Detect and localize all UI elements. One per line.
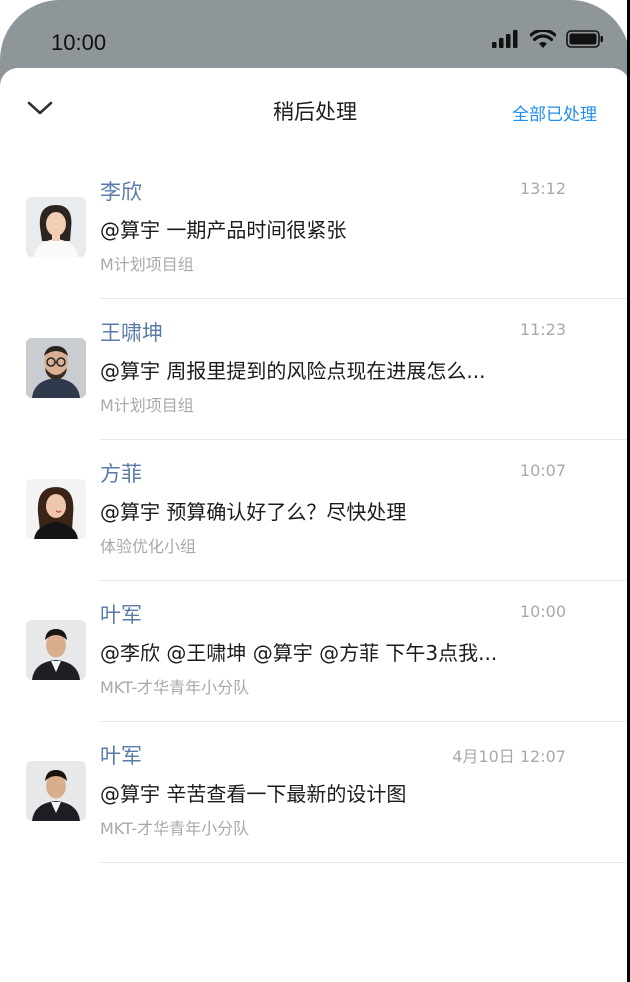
- woman-avatar-white: [26, 197, 86, 257]
- sender-name: 叶军: [100, 744, 142, 768]
- phone-screen: 10:00 稍后处理 全部已处理 李欣 13:12 @算宇 一期产品时间很紧张 …: [0, 0, 630, 982]
- woman-avatar-black: [26, 479, 86, 539]
- message-preview: @李欣 @王啸坤 @算宇 @方菲 下午3点我...: [100, 641, 498, 665]
- list-item[interactable]: 李欣 13:12 @算宇 一期产品时间很紧张 M计划项目组: [0, 158, 630, 299]
- avatar[interactable]: [26, 761, 86, 821]
- message-time: 13:12: [519, 179, 566, 198]
- avatar[interactable]: [26, 620, 86, 680]
- divider: [100, 862, 630, 863]
- later-processing-sheet: 稍后处理 全部已处理 李欣 13:12 @算宇 一期产品时间很紧张 M计划项目组…: [0, 68, 630, 982]
- mark-all-done-button[interactable]: 全部已处理: [512, 100, 597, 125]
- avatar[interactable]: [26, 479, 86, 539]
- man-avatar-glasses: [26, 338, 86, 398]
- message-time: 4月10日 12:07: [452, 747, 566, 766]
- man-avatar-suit: [26, 761, 86, 821]
- message-preview: @算宇 周报里提到的风险点现在进展怎么...: [100, 359, 486, 383]
- sender-name: 方菲: [100, 462, 142, 486]
- group-name: M计划项目组: [100, 255, 194, 274]
- list-item[interactable]: 方菲 10:07 @算宇 预算确认好了么？尽快处理 体验优化小组: [0, 440, 630, 581]
- message-preview: @算宇 预算确认好了么？尽快处理: [100, 500, 407, 524]
- status-time: 10:00: [51, 30, 107, 55]
- group-name: MKT-才华青年小分队: [100, 678, 250, 697]
- group-name: 体验优化小组: [100, 537, 197, 556]
- nav-bar: 稍后处理 全部已处理: [0, 68, 630, 158]
- later-list: 李欣 13:12 @算宇 一期产品时间很紧张 M计划项目组 王啸坤 11:23 …: [0, 158, 630, 863]
- list-item[interactable]: 叶军 4月10日 12:07 @算宇 辛苦查看一下最新的设计图 MKT-才华青年…: [0, 722, 630, 863]
- group-name: MKT-才华青年小分队: [100, 819, 250, 838]
- message-time: 10:00: [519, 602, 566, 621]
- sender-name: 叶军: [100, 603, 142, 627]
- group-name: M计划项目组: [100, 396, 194, 415]
- battery-icon: [566, 30, 603, 48]
- message-preview: @算宇 一期产品时间很紧张: [100, 218, 347, 242]
- status-icons: [492, 28, 604, 50]
- message-time: 11:23: [519, 320, 566, 339]
- avatar[interactable]: [26, 197, 86, 257]
- avatar[interactable]: [26, 338, 86, 398]
- man-avatar-suit: [26, 620, 86, 680]
- message-time: 10:07: [519, 461, 566, 480]
- sender-name: 王啸坤: [100, 321, 163, 345]
- list-item[interactable]: 叶军 10:00 @李欣 @王啸坤 @算宇 @方菲 下午3点我... MKT-才…: [0, 581, 630, 722]
- wifi-icon: [530, 29, 556, 48]
- message-preview: @算宇 辛苦查看一下最新的设计图: [100, 782, 407, 806]
- signal-icon: [492, 30, 518, 48]
- list-item[interactable]: 王啸坤 11:23 @算宇 周报里提到的风险点现在进展怎么... M计划项目组: [0, 299, 630, 440]
- status-bar: 10:00: [0, 0, 630, 68]
- sender-name: 李欣: [100, 180, 142, 204]
